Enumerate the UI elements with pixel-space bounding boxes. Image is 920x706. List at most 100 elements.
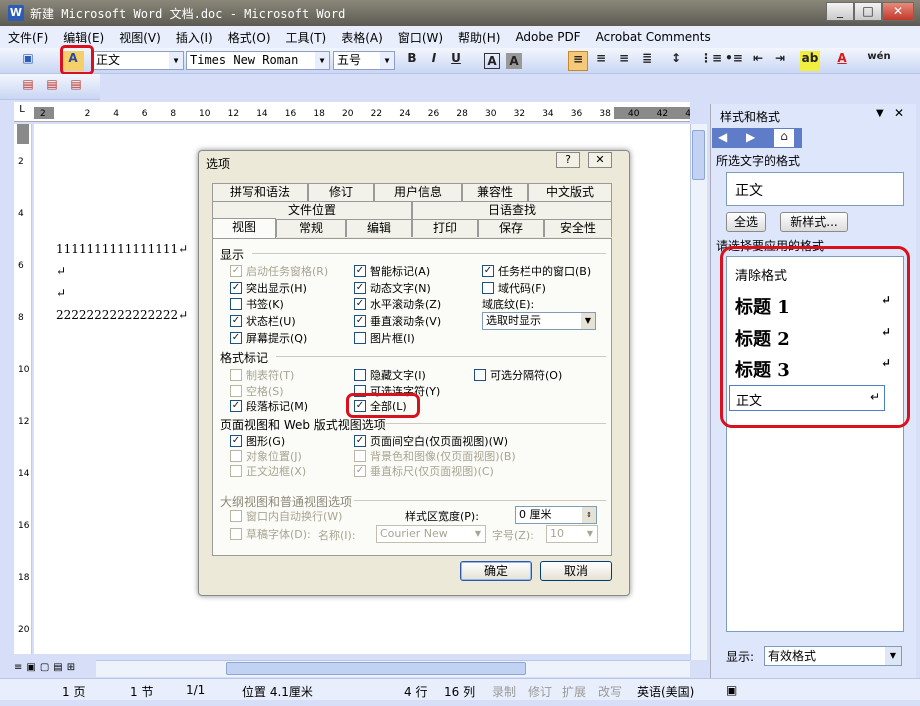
checkbox[interactable] [230, 528, 242, 540]
menu-view[interactable]: 视图(V) [119, 29, 161, 46]
size-select[interactable]: 10 ▼ [546, 525, 598, 543]
pdf-convert-icon[interactable]: ▤ [18, 77, 38, 97]
menu-tools[interactable]: 工具(T) [286, 29, 327, 46]
option-hidden-text[interactable]: 隐藏文字(I) [354, 367, 426, 383]
bullets-button[interactable]: •≡ [724, 51, 744, 71]
tab-save[interactable]: 保存 [478, 219, 544, 237]
option-optional-breaks[interactable]: 可选分隔符(O) [474, 367, 562, 383]
tab-view[interactable]: 视图 [212, 218, 276, 238]
checkbox[interactable]: ✓ [230, 282, 242, 294]
status-revise[interactable]: 修订 [528, 683, 552, 700]
scroll-thumb[interactable] [692, 130, 705, 180]
checkbox[interactable] [230, 298, 242, 310]
name-select[interactable]: Courier New ▼ [376, 525, 486, 543]
checkbox[interactable] [230, 369, 242, 381]
checkbox[interactable]: ✓ [354, 282, 366, 294]
checkbox[interactable] [230, 465, 242, 477]
font-select[interactable]: Times New Roman ▼ [186, 51, 330, 70]
scroll-thumb[interactable] [226, 662, 526, 675]
menu-help[interactable]: 帮助(H) [458, 29, 500, 46]
option-text-boundaries[interactable]: 正文边框(X) [230, 463, 306, 479]
option-paragraph-marks[interactable]: ✓ 段落标记(M) [230, 398, 308, 414]
option-field-codes[interactable]: 域代码(F) [482, 280, 546, 296]
align-center-button[interactable]: ≡ [591, 51, 611, 71]
minimize-button[interactable]: _ [826, 2, 854, 21]
option-wrap-to-window[interactable]: 窗口内自动换行(W) [230, 508, 342, 524]
option-vertical-scrollbar[interactable]: ✓ 垂直滚动条(V) [354, 313, 441, 329]
style-select[interactable]: 正文 ▼ [92, 51, 184, 70]
tab-compatibility[interactable]: 兼容性 [462, 183, 528, 201]
checkbox[interactable] [354, 450, 366, 462]
checkbox[interactable] [354, 332, 366, 344]
checkbox[interactable]: ✓ [230, 435, 242, 447]
view-buttons[interactable]: ≡▣▢▤⊞ [14, 662, 94, 676]
checkbox[interactable] [230, 510, 242, 522]
highlight-button[interactable]: ab [800, 51, 820, 71]
maximize-button[interactable]: □ [854, 2, 882, 21]
justify-button[interactable]: ≣ [637, 51, 657, 71]
numbering-button[interactable]: ⋮≡ [700, 51, 722, 71]
dialog-close-button[interactable]: ✕ [588, 152, 612, 168]
menu-format[interactable]: 格式(O) [228, 29, 271, 46]
show-select[interactable]: 有效格式 ▼ [764, 646, 902, 666]
tab-general[interactable]: 常规 [276, 219, 346, 237]
char-border-button[interactable]: A [484, 53, 500, 69]
increase-indent-button[interactable]: ⇥ [770, 51, 790, 71]
pane-options-icon[interactable]: ▼ [876, 108, 884, 119]
option-status-bar[interactable]: ✓ 状态栏(U) [230, 313, 296, 329]
close-window-button[interactable]: ✕ [882, 2, 914, 21]
vertical-scrollbar[interactable] [690, 124, 707, 660]
checkbox[interactable]: ✓ [230, 265, 242, 277]
menu-window[interactable]: 窗口(W) [398, 29, 443, 46]
option-animated-text[interactable]: ✓ 动态文字(N) [354, 280, 431, 296]
align-right-button[interactable]: ≡ [614, 51, 634, 71]
tab-spelling[interactable]: 拼写和语法 [212, 183, 308, 201]
tab-print[interactable]: 打印 [412, 219, 478, 237]
tab-security[interactable]: 安全性 [544, 219, 612, 237]
option-spaces[interactable]: 空格(S) [230, 383, 284, 399]
option-vertical-ruler[interactable]: ✓ 垂直标尺(仅页面视图)(C) [354, 463, 494, 479]
checkbox[interactable]: ✓ [354, 265, 366, 277]
select-all-button[interactable]: 全选 [726, 212, 766, 232]
new-style-button[interactable]: 新样式... [780, 212, 848, 232]
status-extend[interactable]: 扩展 [562, 683, 586, 700]
ok-button[interactable]: 确定 [460, 561, 532, 581]
pdf-email-icon[interactable]: ▤ [42, 77, 62, 97]
horizontal-scrollbar[interactable] [96, 660, 690, 677]
pdf-review-icon[interactable]: ▤ [66, 77, 86, 97]
option-screentips[interactable]: ✓ 屏幕提示(Q) [230, 330, 307, 346]
menu-insert[interactable]: 插入(I) [176, 29, 213, 46]
checkbox[interactable] [482, 282, 494, 294]
checkbox[interactable] [230, 450, 242, 462]
tab-track-changes[interactable]: 修订 [308, 183, 374, 201]
option-object-anchors[interactable]: 对象位置(J) [230, 448, 302, 464]
checkbox[interactable]: ✓ [354, 465, 366, 477]
tab-edit[interactable]: 编辑 [346, 219, 412, 237]
decrease-indent-button[interactable]: ⇤ [748, 51, 768, 71]
status-record[interactable]: 录制 [492, 683, 516, 700]
spelling-check-icon[interactable]: ▣ [726, 683, 737, 697]
menu-edit[interactable]: 编辑(E) [63, 29, 104, 46]
option-highlight[interactable]: ✓ 突出显示(H) [230, 280, 307, 296]
checkbox[interactable] [230, 385, 242, 397]
checkbox[interactable]: ✓ [354, 298, 366, 310]
menu-adobe-pdf[interactable]: Adobe PDF [515, 30, 580, 44]
line-spacing-button[interactable]: ↕ [666, 51, 686, 71]
tab-stop-icon[interactable]: L [14, 104, 30, 120]
option-smart-tags[interactable]: ✓ 智能标记(A) [354, 263, 430, 279]
style-width-input[interactable]: 0 厘米 ⇕ [515, 506, 597, 524]
save-icon[interactable]: ▣ [18, 51, 38, 71]
option-picture-placeholders[interactable]: 图片框(I) [354, 330, 415, 346]
cancel-button[interactable]: 取消 [540, 561, 612, 581]
checkbox[interactable]: ✓ [482, 265, 494, 277]
forward-icon[interactable]: ▶ [746, 130, 755, 144]
checkbox[interactable] [354, 369, 366, 381]
tab-file-locations[interactable]: 文件位置 [212, 201, 412, 219]
option-draft-font[interactable]: 草稿字体(D): [230, 526, 311, 542]
back-icon[interactable]: ◀ [718, 130, 727, 144]
menu-file[interactable]: 文件(F) [8, 29, 48, 46]
menu-table[interactable]: 表格(A) [341, 29, 383, 46]
option-white-space[interactable]: ✓ 页面间空白(仅页面视图)(W) [354, 433, 508, 449]
tab-user-info[interactable]: 用户信息 [374, 183, 462, 201]
option-tab-characters[interactable]: 制表符(T) [230, 367, 294, 383]
